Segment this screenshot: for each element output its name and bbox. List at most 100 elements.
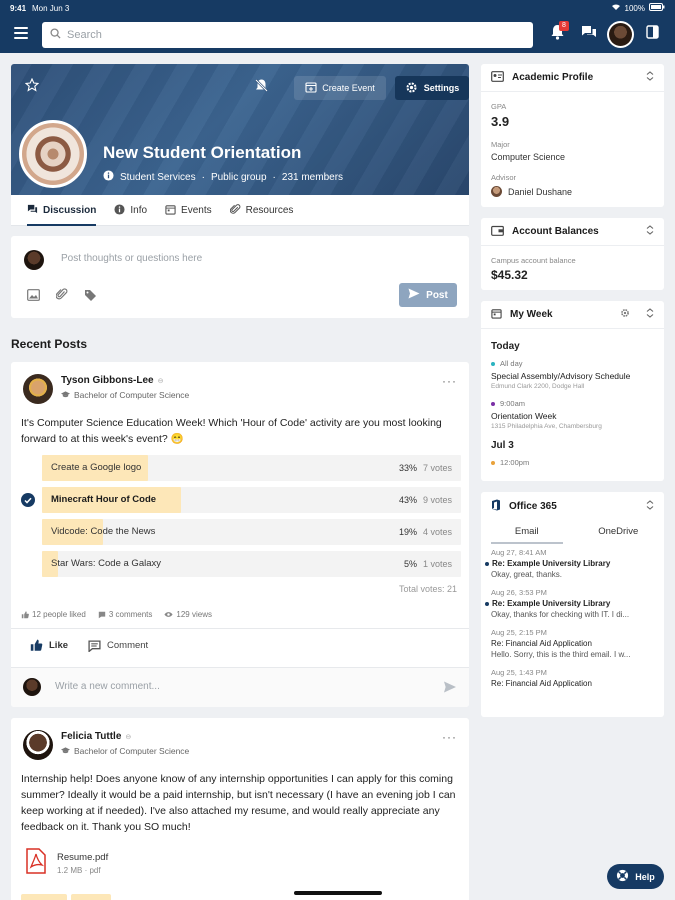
calendar-icon [491,308,502,322]
author-program: Bachelor of Computer Science [61,746,189,756]
like-button[interactable]: Like [29,639,68,652]
post-author[interactable]: Felicia Tuttle ⊖ [61,731,131,742]
post-body: It's Computer Science Education Week! Wh… [21,417,442,445]
tab-info[interactable]: Info [114,195,147,226]
messages-button[interactable] [579,24,599,44]
battery-percent: 100% [624,3,645,13]
graduation-cap-icon [61,390,70,400]
tag-icon[interactable] [84,288,97,306]
expand-collapse-icon[interactable] [646,308,654,321]
email-item[interactable]: Aug 27, 8:41 AM Re: Example University L… [485,548,654,579]
group-avatar [19,120,87,188]
advisor-name: Daniel Dushane [508,186,573,197]
tab-resources[interactable]: Resources [229,195,293,226]
event-item[interactable]: 12:00pm [491,458,654,467]
poll-option[interactable]: Create a Google logo 33% 7 votes [42,455,461,481]
post-body: Internship help! Does anyone know of any… [21,773,456,833]
group-members[interactable]: 231 members [282,172,343,183]
expand-collapse-icon[interactable] [646,225,654,238]
card-header: Account Balances [481,218,664,246]
reaction-chip[interactable] [71,894,111,900]
calendar-icon [165,204,176,218]
comment-button[interactable]: Comment [88,639,148,652]
poll-option-votes: 1 votes [422,559,452,569]
paperclip-icon [229,203,241,218]
poll-option-label: Vidcode: Code the News [51,526,156,537]
poll-option[interactable]: Vidcode: Code the News 19% 4 votes [42,519,461,545]
tab-onedrive[interactable]: OneDrive [573,520,665,544]
presence-icon: ⊖ [157,378,164,385]
day-heading-next: Jul 3 [491,440,514,451]
tab-info-label: Info [130,205,148,216]
reaction-chip[interactable] [21,894,67,900]
id-card-icon [491,70,504,85]
likes-count-label: 12 people liked [32,610,86,619]
gear-icon[interactable] [620,308,630,321]
likes-count[interactable]: 12 people liked [21,610,86,619]
comments-count[interactable]: 3 comments [98,610,153,619]
attach-icon[interactable] [55,288,68,306]
comments-count-label: 3 comments [108,610,153,619]
settings-button[interactable]: Settings [395,76,469,100]
comment-input[interactable]: Write a new comment... [55,681,160,692]
event-time-row: 9:00am [491,399,654,408]
email-date: Aug 25, 1:43 PM [491,668,547,677]
card-header: My Week [481,301,664,329]
card-header: Office 365 [481,492,664,520]
poll-option[interactable]: Star Wars: Code a Galaxy 5% 1 votes [42,551,461,577]
tab-email[interactable]: Email [481,520,573,544]
author-avatar[interactable] [23,374,53,404]
unread-dot [485,561,489,566]
more-options-icon[interactable]: ··· [442,374,457,388]
composer-avatar [24,250,44,270]
event-color-dot [491,401,495,406]
search-icon [50,26,61,44]
create-event-button[interactable]: Create Event [294,76,386,100]
email-item[interactable]: Aug 26, 3:53 PM Re: Example University L… [485,588,654,619]
poll-total-votes: Total votes: 21 [398,584,457,594]
mute-notifications-icon[interactable] [254,78,269,98]
composer-input[interactable]: Post thoughts or questions here [61,253,202,264]
event-item[interactable]: All day Special Assembly/Advisory Schedu… [491,359,654,390]
email-subject: Re: Financial Aid Application [491,639,592,648]
email-item[interactable]: Aug 25, 2:15 PM Re: Financial Aid Applic… [491,628,654,659]
tab-events[interactable]: Events [165,195,212,226]
more-options-icon[interactable]: ··· [442,730,457,744]
send-comment-icon[interactable] [443,680,457,698]
eye-icon [164,612,173,617]
comment-box: Write a new comment... [11,668,469,707]
search-bar[interactable] [42,22,533,48]
author-avatar[interactable] [23,730,53,760]
advisor[interactable]: Daniel Dushane [491,186,654,197]
battery-icon [649,3,665,13]
status-date: Mon Jun 3 [32,3,70,13]
help-button[interactable]: Help [607,864,664,889]
post-button[interactable]: Post [399,283,457,307]
user-avatar[interactable] [607,21,634,48]
comment-icon [88,639,101,652]
search-input[interactable] [67,29,507,41]
email-item[interactable]: Aug 25, 1:43 PM Re: Financial Aid Applic… [491,668,654,688]
attachment[interactable]: Resume.pdf 1.2 MB · pdf [25,848,108,879]
tab-discussion[interactable]: Discussion [27,195,97,226]
expand-collapse-icon[interactable] [646,499,654,513]
expand-collapse-icon[interactable] [646,71,654,84]
views-count: 129 views [164,610,212,619]
poll-option-selected[interactable]: Minecraft Hour of Code 43% 9 votes [21,487,461,513]
create-event-label: Create Event [322,83,375,93]
panel-icon [645,24,659,44]
menu-icon[interactable] [14,27,28,39]
sidebar-toggle-button[interactable] [642,24,662,44]
post-author[interactable]: Tyson Gibbons-Lee ⊖ [61,375,163,386]
poll-option-percent: 43% [398,495,417,505]
settings-label: Settings [423,83,460,93]
event-item[interactable]: 9:00am Orientation Week 1315 Philadelphi… [491,399,654,430]
star-icon[interactable] [24,77,40,97]
tab-events-label: Events [181,205,212,216]
post-composer: Post thoughts or questions here Post [11,236,469,318]
notifications-button[interactable]: 8 [547,21,569,44]
info-circle-icon [103,170,114,184]
email-subject-text: Re: Example University Library [492,559,611,568]
image-icon[interactable] [27,288,40,306]
card-title: My Week [510,309,553,320]
